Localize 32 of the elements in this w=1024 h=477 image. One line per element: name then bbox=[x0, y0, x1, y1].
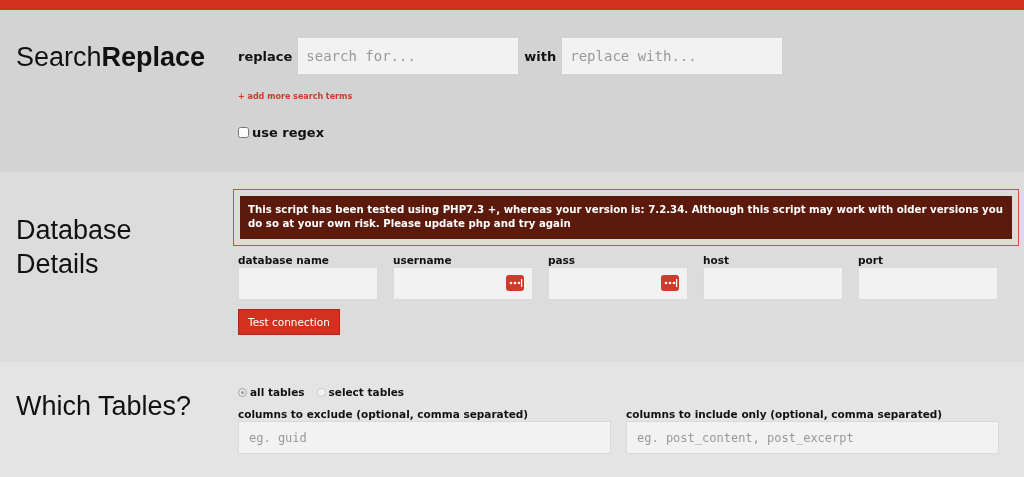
radio-button[interactable] bbox=[238, 387, 247, 397]
text-field[interactable]: eg. guid bbox=[238, 421, 611, 454]
field-label: pass bbox=[548, 253, 577, 266]
test-connection-button[interactable]: Test connection bbox=[238, 308, 340, 335]
field-label: port bbox=[858, 253, 884, 266]
password-manager-icon[interactable] bbox=[661, 275, 679, 292]
search-field[interactable]: search for... bbox=[298, 38, 519, 74]
field-label: columns to include only (optional, comma separated) bbox=[626, 408, 944, 420]
text-field[interactable] bbox=[858, 266, 998, 300]
replace-field[interactable]: replace with... bbox=[562, 38, 783, 74]
with-label: with bbox=[524, 48, 557, 64]
text-field[interactable] bbox=[393, 266, 533, 300]
radio-label: all tables bbox=[250, 386, 305, 398]
field-label: host bbox=[703, 253, 730, 266]
add-terms-link[interactable]: + add more search terms bbox=[238, 92, 353, 101]
text-field[interactable] bbox=[238, 266, 378, 300]
replace-label: replace bbox=[238, 48, 293, 64]
radio-button[interactable] bbox=[316, 387, 326, 397]
regex-checkbox[interactable] bbox=[238, 127, 249, 138]
section-title: Database Details bbox=[16, 214, 133, 281]
warning-message: This script has been tested using PHP7.3 +, whereas your version is: 7.2.34. Although this script may work with older versions you do so at your own risk. Please update php and try again bbox=[240, 196, 1012, 239]
password-manager-icon[interactable] bbox=[506, 275, 524, 292]
section-title: Which Tables? bbox=[16, 390, 193, 423]
text-field[interactable] bbox=[548, 266, 688, 300]
regex-label: use regex bbox=[252, 125, 325, 140]
text-field[interactable] bbox=[703, 266, 843, 300]
field-label: username bbox=[393, 253, 453, 266]
field-label: database name bbox=[238, 253, 330, 266]
field-label: columns to exclude (optional, comma separated) bbox=[238, 408, 530, 420]
text-field[interactable]: eg. post_content, post_excerpt bbox=[626, 421, 999, 454]
radio-label: select tables bbox=[328, 386, 405, 398]
app-title: SearchReplace bbox=[16, 41, 207, 74]
